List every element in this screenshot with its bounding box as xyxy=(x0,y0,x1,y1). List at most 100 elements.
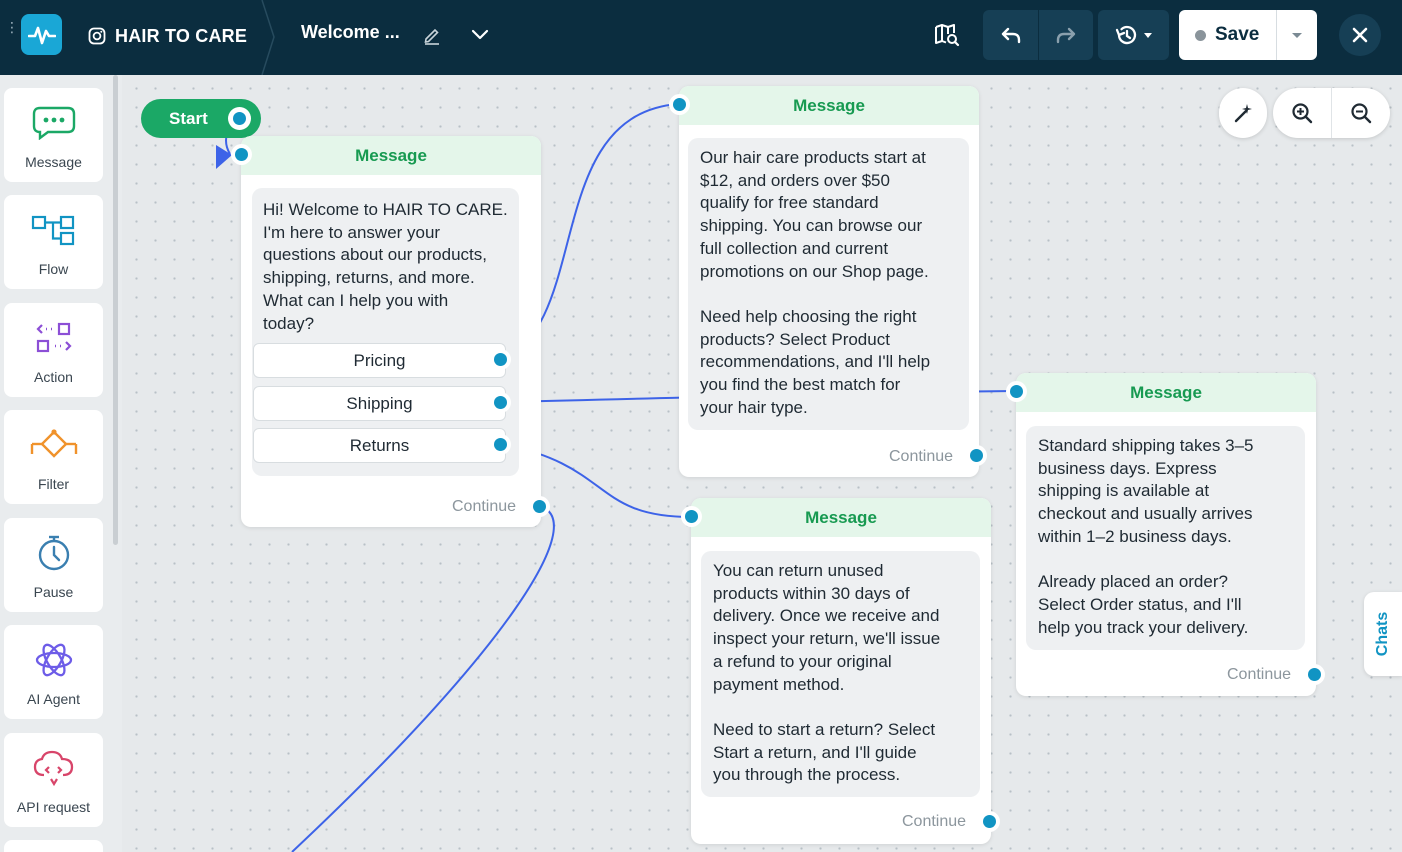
pencil-icon[interactable] xyxy=(422,25,442,45)
message-bubble[interactable]: You can return unused products within 30… xyxy=(701,551,980,797)
undo-icon xyxy=(1001,27,1020,44)
continue-label: Continue xyxy=(889,448,954,465)
message-bubble[interactable]: Our hair care products start at $12, and… xyxy=(688,138,969,430)
flow-title[interactable]: Welcome ... xyxy=(301,22,400,43)
palette-item-pause[interactable]: Pause xyxy=(4,518,103,612)
message-text: Standard shipping takes 3–5 business day… xyxy=(1038,436,1254,637)
node-title: Message xyxy=(691,498,991,537)
node-title: Message xyxy=(241,136,541,175)
drag-handle-icon[interactable]: ⋮ xyxy=(5,21,19,35)
output-port-returns[interactable] xyxy=(490,434,511,455)
save-button[interactable]: Save xyxy=(1179,10,1277,60)
flow-icon xyxy=(31,215,74,246)
start-label: Start xyxy=(169,108,208,128)
quick-reply-returns[interactable]: Returns xyxy=(253,428,506,463)
canvas-tools xyxy=(1219,88,1390,138)
filter-icon xyxy=(30,429,77,458)
input-port[interactable] xyxy=(231,144,252,165)
flow-canvas[interactable]: Start Message Hi! Welcome to HAIR TO CAR… xyxy=(122,75,1402,852)
palette-label: Flow xyxy=(38,261,69,277)
message-text: You can return unused products within 30… xyxy=(713,561,941,785)
quick-reply-label: Shipping xyxy=(346,393,413,413)
output-port-pricing[interactable] xyxy=(490,349,511,370)
zoom-in-button[interactable] xyxy=(1273,88,1331,138)
continue-label: Continue xyxy=(452,498,517,515)
palette-label: AI Agent xyxy=(27,691,80,707)
continue-port[interactable] xyxy=(966,445,987,466)
message-node-returns[interactable]: Message You can return unused products w… xyxy=(681,498,1000,844)
undo-redo-group xyxy=(983,10,1093,60)
palette-item-message[interactable]: Message xyxy=(4,88,103,182)
edge-continue xyxy=(291,505,555,852)
save-button-group: Save xyxy=(1179,10,1317,60)
history-button[interactable] xyxy=(1098,10,1169,60)
redo-button[interactable] xyxy=(1038,10,1093,60)
zoom-in-icon xyxy=(1292,103,1313,124)
palette-item-api-request[interactable]: API request xyxy=(4,733,103,827)
message-text: Our hair care products start at $12, and… xyxy=(700,148,931,417)
cloud-api-icon xyxy=(33,750,73,787)
continue-label: Continue xyxy=(1227,666,1292,683)
zoom-controls xyxy=(1273,88,1390,138)
palette-item-action[interactable]: Action xyxy=(4,303,103,397)
quick-reply-label: Pricing xyxy=(353,350,406,370)
app-logo[interactable] xyxy=(21,14,62,55)
palette-label: Filter xyxy=(37,476,70,492)
message-node-shipping[interactable]: Message Standard shipping takes 3–5 busi… xyxy=(1006,373,1325,696)
chats-label: Chats xyxy=(1374,611,1392,657)
quick-reply-pricing[interactable]: Pricing xyxy=(253,343,506,378)
palette-label: Pause xyxy=(33,584,74,600)
chat-bubble-icon xyxy=(32,106,75,140)
continue-port[interactable] xyxy=(1304,664,1325,685)
magic-wand-icon xyxy=(1234,104,1252,123)
breadcrumb-separator-icon xyxy=(261,0,275,75)
sidebar-scrollbar[interactable] xyxy=(113,75,118,545)
output-port-shipping[interactable] xyxy=(490,392,511,413)
save-options-button[interactable] xyxy=(1277,10,1317,60)
message-node-welcome[interactable]: Message Hi! Welcome to HAIR TO CARE. I'm… xyxy=(231,136,550,527)
instagram-icon xyxy=(88,27,106,45)
unsaved-status-dot xyxy=(1195,29,1206,41)
node-palette: Message Flow Action Filter Pause AI Agen… xyxy=(0,75,118,852)
save-label: Save xyxy=(1215,24,1260,45)
input-port[interactable] xyxy=(669,94,690,115)
chats-tab[interactable]: Chats xyxy=(1364,592,1402,676)
palette-item-more[interactable] xyxy=(4,840,103,852)
ai-agent-icon xyxy=(35,643,72,677)
message-text: Hi! Welcome to HAIR TO CARE. I'm here to… xyxy=(263,200,508,333)
zoom-out-icon xyxy=(1350,103,1371,124)
quick-reply-shipping[interactable]: Shipping xyxy=(253,386,506,421)
magic-wand-button[interactable] xyxy=(1219,88,1267,138)
start-output-port[interactable] xyxy=(228,107,251,130)
message-node-pricing[interactable]: Message Our hair care products start at … xyxy=(669,86,987,477)
quick-reply-label: Returns xyxy=(349,435,410,455)
brand-label: HAIR TO CARE xyxy=(115,25,248,46)
palette-label: Action xyxy=(34,369,73,385)
map-search-icon[interactable] xyxy=(933,22,961,48)
close-icon xyxy=(1352,27,1368,43)
input-port[interactable] xyxy=(681,506,702,527)
chevron-down-icon[interactable] xyxy=(470,27,490,43)
node-title: Message xyxy=(679,86,979,125)
palette-item-ai-agent[interactable]: AI Agent xyxy=(4,625,103,719)
history-icon xyxy=(1115,25,1136,45)
continue-port[interactable] xyxy=(979,811,1000,832)
node-title: Message xyxy=(1016,373,1316,412)
palette-item-filter[interactable]: Filter xyxy=(4,410,103,504)
top-bar: ⋮ HAIR TO CARE Welcome ... Save xyxy=(0,0,1402,75)
input-port[interactable] xyxy=(1006,381,1027,402)
zoom-out-button[interactable] xyxy=(1331,88,1389,138)
channel-name: HAIR TO CARE xyxy=(88,22,247,50)
message-bubble[interactable]: Standard shipping takes 3–5 business day… xyxy=(1026,426,1305,650)
palette-label: API request xyxy=(16,799,91,815)
action-icon xyxy=(35,322,72,353)
close-button[interactable] xyxy=(1339,14,1381,56)
continue-port[interactable] xyxy=(529,496,550,517)
palette-item-flow[interactable]: Flow xyxy=(4,195,103,289)
caret-down-icon xyxy=(1143,33,1152,38)
palette-label: Message xyxy=(25,154,82,170)
undo-button[interactable] xyxy=(983,10,1038,60)
start-node[interactable]: Start xyxy=(141,99,261,138)
redo-icon xyxy=(1056,27,1076,44)
caret-down-icon xyxy=(1292,33,1302,38)
